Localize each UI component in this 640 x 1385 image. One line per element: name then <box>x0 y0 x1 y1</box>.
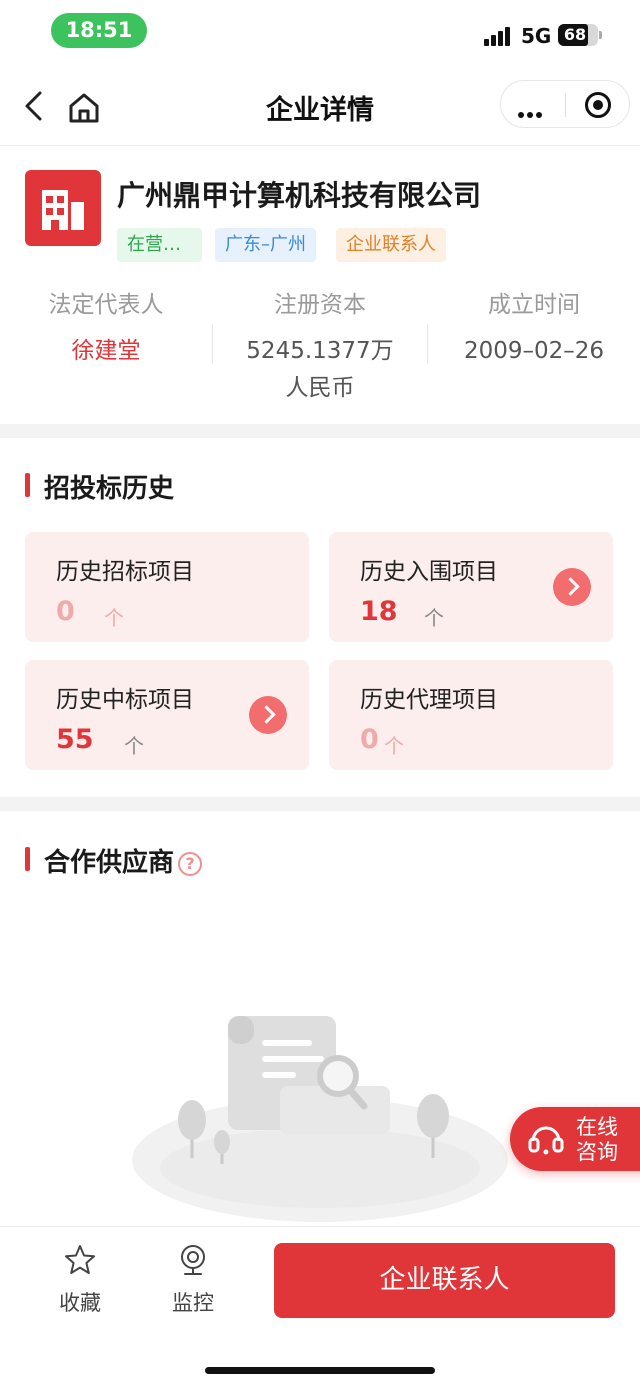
consult-line2: 咨询 <box>576 1140 618 1164</box>
card-history-shortlisted[interactable]: 历史入围项目 18 个 <box>329 532 613 642</box>
signal-icon <box>484 26 514 46</box>
empty-state-illustration <box>132 1016 508 1222</box>
headset-icon <box>528 1126 564 1155</box>
region-badge: 广东–广州 <box>215 228 316 262</box>
capital-block: 注册资本 5245.1377万 人民币 <box>232 285 408 407</box>
consult-line1: 在线 <box>576 1115 618 1139</box>
battery-level: 68 <box>563 25 587 44</box>
section-divider <box>0 797 640 811</box>
card-history-agency[interactable]: 历史代理项目 0 个 <box>329 660 613 770</box>
chevron-right-icon[interactable] <box>553 568 591 606</box>
divider <box>427 324 428 364</box>
nav-bar: 企业详情 <box>0 70 640 146</box>
company-name: 广州鼎甲计算机科技有限公司 <box>117 179 482 212</box>
question-icon[interactable]: ? <box>178 852 203 876</box>
chevron-right-icon[interactable] <box>249 696 287 734</box>
capital-label: 注册资本 <box>274 292 366 318</box>
status-time: 18:51 <box>51 13 147 48</box>
card-label: 历史代理项目 <box>360 687 498 713</box>
camera-icon <box>181 1245 205 1275</box>
online-consult-button[interactable]: 在线 咨询 <box>510 1107 640 1171</box>
card-history-tender[interactable]: 历史招标项目 0 个 <box>25 532 309 642</box>
card-history-won[interactable]: 历史中标项目 55 个 <box>25 660 309 770</box>
enterprise-contact-button[interactable]: 企业联系人 <box>274 1243 615 1318</box>
card-label: 历史中标项目 <box>56 687 194 713</box>
card-label: 历史入围项目 <box>360 559 498 585</box>
favorite-label: 收藏 <box>59 1291 101 1315</box>
monitor-button[interactable]: 监控 <box>153 1243 233 1317</box>
monitor-label: 监控 <box>172 1291 214 1315</box>
home-indicator <box>205 1367 435 1374</box>
consult-text: 在线 咨询 <box>576 1115 624 1165</box>
legal-rep-block: 法定代表人 徐建堂 <box>30 285 182 370</box>
suppliers-title-text: 合作供应商 <box>44 848 175 878</box>
contact-badge[interactable]: 企业联系人 <box>336 228 446 262</box>
section-divider <box>0 424 640 438</box>
bidding-section-title: 招投标历史 <box>25 468 174 505</box>
card-unit: 个 <box>124 734 144 758</box>
founded-label: 成立时间 <box>488 292 580 318</box>
card-unit: 个 <box>384 734 404 758</box>
card-label: 历史招标项目 <box>56 559 194 585</box>
mini-program-capsule <box>500 80 630 128</box>
card-count: 0 <box>360 724 379 755</box>
capital-value: 5245.1377万 人民币 <box>232 333 408 407</box>
favorite-button[interactable]: 收藏 <box>40 1243 120 1317</box>
capital-currency: 人民币 <box>285 375 355 401</box>
more-icon[interactable] <box>518 103 545 122</box>
bottom-action-bar: 收藏 监控 企业联系人 <box>0 1226 640 1385</box>
legal-rep-value[interactable]: 徐建堂 <box>30 333 182 370</box>
divider <box>212 324 213 364</box>
legal-rep-label: 法定代表人 <box>48 292 164 318</box>
card-count: 18 <box>360 596 398 627</box>
card-count: 0 <box>56 596 75 627</box>
founded-block: 成立时间 2009–02–26 <box>440 285 628 370</box>
star-icon <box>65 1245 95 1274</box>
building-icon <box>42 190 84 230</box>
founded-value: 2009–02–26 <box>463 338 605 364</box>
card-count: 55 <box>56 724 94 755</box>
card-unit: 个 <box>424 606 444 630</box>
network-type: 5G <box>521 24 552 48</box>
status-bar: 18:51 5G 68 <box>0 0 640 64</box>
suppliers-section-title: 合作供应商? <box>25 842 203 879</box>
battery-icon: 68 <box>558 24 602 46</box>
status-badge: 在营… <box>117 228 202 262</box>
capital-amount: 5245.1377万 <box>246 338 394 364</box>
target-icon[interactable] <box>585 92 611 118</box>
card-unit: 个 <box>104 606 124 630</box>
company-logo <box>25 170 101 246</box>
